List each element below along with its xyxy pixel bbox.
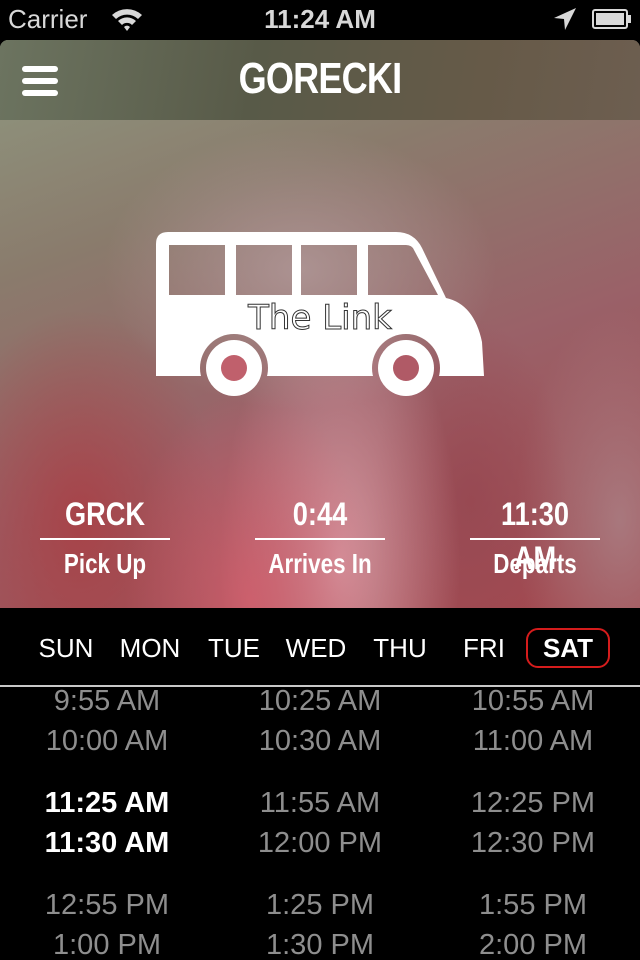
page-title: GORECKI <box>238 54 402 103</box>
bus-label: The Link <box>248 298 393 339</box>
hero-panel: GORECKI The Link GRCK Pick Up 0:44 Arriv <box>0 40 640 608</box>
schedule-time[interactable]: 1:00 PM <box>7 925 207 960</box>
departs-info: 11:30 AM Departs <box>470 492 600 584</box>
schedule-time-current[interactable]: 11:25 AM <box>7 783 207 823</box>
schedule-list: 9:55 AM 10:25 AM 10:55 AM 10:00 AM 10:30… <box>0 687 640 960</box>
day-tab-fri[interactable]: FRI <box>448 628 520 668</box>
schedule-time[interactable]: 2:00 PM <box>433 925 633 960</box>
status-time: 11:24 AM <box>264 4 376 34</box>
schedule-time[interactable]: 1:55 PM <box>433 885 633 925</box>
day-tab-thu[interactable]: THU <box>364 628 436 668</box>
pickup-value: GRCK <box>64 496 146 532</box>
schedule-time[interactable]: 1:25 PM <box>220 885 420 925</box>
schedule-time[interactable]: 1:30 PM <box>220 925 420 960</box>
arrives-divider <box>255 538 385 540</box>
arrives-label: Arrives In <box>268 548 372 579</box>
arrives-value: 0:44 <box>292 496 348 532</box>
schedule-time[interactable]: 12:25 PM <box>433 783 633 823</box>
schedule-time[interactable]: 10:55 AM <box>433 687 633 721</box>
day-tab-tue[interactable]: TUE <box>198 628 270 668</box>
day-tab-mon[interactable]: MON <box>112 628 188 668</box>
nav-bar: GORECKI <box>0 40 640 120</box>
schedule-time[interactable]: 11:00 AM <box>433 721 633 761</box>
arrives-info: 0:44 Arrives In <box>255 492 385 584</box>
schedule-time[interactable]: 12:00 PM <box>220 823 420 863</box>
schedule-time[interactable]: 10:25 AM <box>220 687 420 721</box>
schedule-time[interactable]: 9:55 AM <box>7 687 207 721</box>
schedule-time[interactable]: 12:55 PM <box>7 885 207 925</box>
pickup-divider <box>40 538 170 540</box>
schedule-time[interactable]: 12:30 PM <box>433 823 633 863</box>
location-arrow-icon <box>554 8 576 30</box>
day-tab-sat[interactable]: SAT <box>526 628 610 668</box>
day-tab-wed[interactable]: WED <box>280 628 352 668</box>
schedule-time[interactable]: 10:30 AM <box>220 721 420 761</box>
day-selector: SUN MON TUE WED THU FRI SAT <box>0 608 640 686</box>
departs-label: Departs <box>493 548 577 579</box>
departs-value: 11:30 AM <box>500 496 570 576</box>
schedule-time[interactable]: 10:00 AM <box>7 721 207 761</box>
status-bar: Carrier 11:24 AM <box>0 0 640 40</box>
pickup-label: Pick Up <box>63 548 147 579</box>
hamburger-menu-icon[interactable] <box>22 66 58 96</box>
schedule-time-current[interactable]: 11:30 AM <box>7 823 207 863</box>
schedule-time[interactable]: 11:55 AM <box>220 783 420 823</box>
day-tab-sun[interactable]: SUN <box>30 628 102 668</box>
pickup-info: GRCK Pick Up <box>40 492 170 584</box>
battery-icon <box>592 9 631 29</box>
